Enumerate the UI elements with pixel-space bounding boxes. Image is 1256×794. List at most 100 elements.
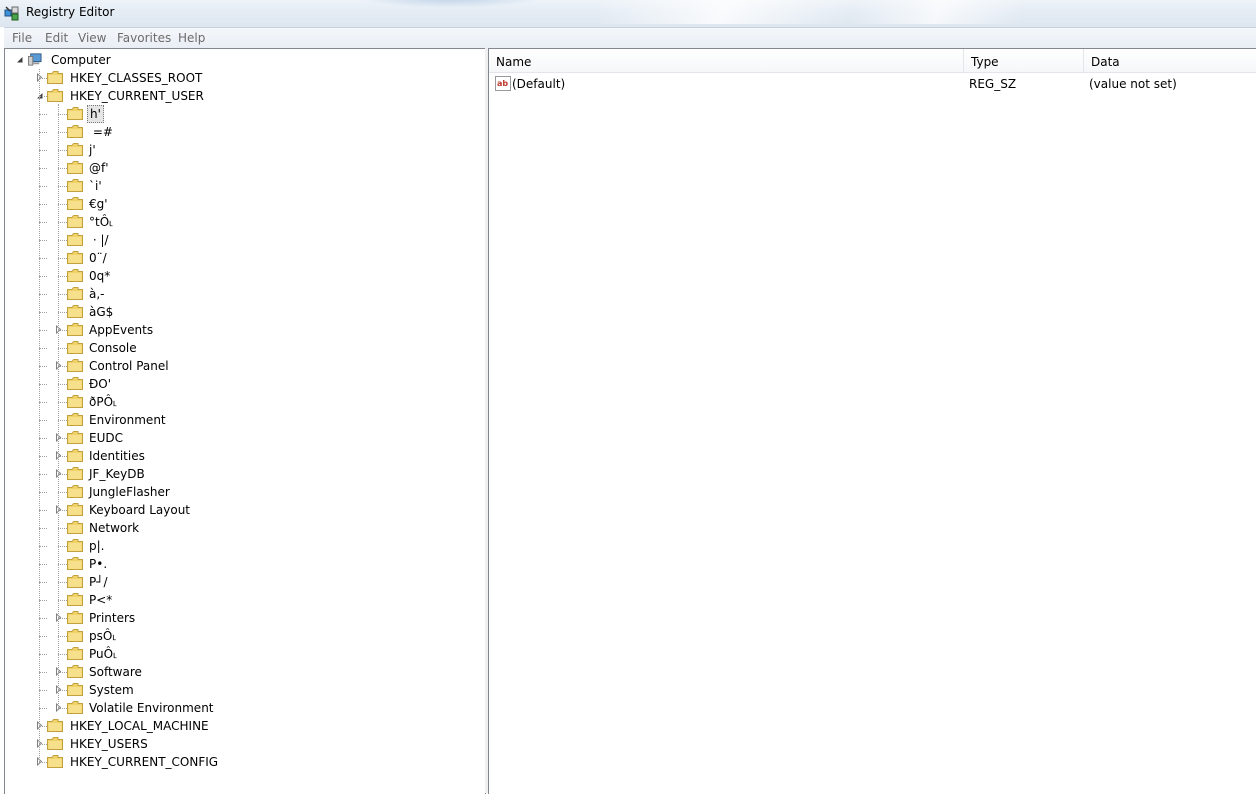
- tree-node-label[interactable]: ÐO': [87, 376, 113, 392]
- tree-node-label[interactable]: °tÔ˪: [87, 214, 115, 230]
- tree-node-label[interactable]: · |/: [87, 232, 111, 248]
- tree-node-key[interactable]: psÔ˪: [5, 627, 483, 645]
- tree-node-key[interactable]: Keyboard Layout: [5, 501, 483, 519]
- tree-node-label[interactable]: `i': [87, 178, 104, 194]
- tree-node-label[interactable]: p|.: [87, 538, 106, 554]
- tree-node-key[interactable]: P•.: [5, 555, 483, 573]
- tree-node-label[interactable]: P<*: [87, 592, 114, 608]
- tree-node-label[interactable]: 0¨/: [87, 250, 109, 266]
- menu-favorites[interactable]: Favorites: [113, 31, 175, 45]
- tree-node-label[interactable]: @f': [87, 160, 111, 176]
- tree-node-hive[interactable]: HKEY_LOCAL_MACHINE: [5, 717, 483, 735]
- tree-node-label[interactable]: System: [87, 682, 136, 698]
- tree-node-key[interactable]: Software: [5, 663, 483, 681]
- tree-node-label[interactable]: HKEY_LOCAL_MACHINE: [68, 718, 211, 734]
- tree-node-key[interactable]: €g': [5, 195, 483, 213]
- tree-node-key[interactable]: AppEvents: [5, 321, 483, 339]
- column-header-type[interactable]: Type: [964, 49, 1084, 73]
- tree-node-label[interactable]: j': [87, 142, 98, 158]
- tree-node-key[interactable]: h': [5, 105, 483, 123]
- tree-node-key[interactable]: àG$: [5, 303, 483, 321]
- tree-node-label[interactable]: h': [87, 105, 104, 123]
- column-header-data[interactable]: Data: [1084, 49, 1256, 73]
- tree-node-hive[interactable]: HKEY_CURRENT_USER: [5, 87, 483, 105]
- tree-node-hive[interactable]: HKEY_CURRENT_CONFIG: [5, 753, 483, 771]
- tree-node-label[interactable]: Control Panel: [87, 358, 171, 374]
- folder-icon: [67, 395, 83, 408]
- tree-node-key[interactable]: Control Panel: [5, 357, 483, 375]
- tree-node-key[interactable]: °tÔ˪: [5, 213, 483, 231]
- tree-node-label[interactable]: à,-: [87, 286, 107, 302]
- tree-node-key[interactable]: @f': [5, 159, 483, 177]
- tree-node-key[interactable]: EUDC: [5, 429, 483, 447]
- tree-node-label[interactable]: psÔ˪: [87, 628, 118, 644]
- tree-node-label[interactable]: Volatile Environment: [87, 700, 216, 716]
- folder-icon: [67, 341, 83, 354]
- tree-node-computer[interactable]: Computer: [5, 51, 483, 69]
- menu-edit[interactable]: Edit: [41, 31, 72, 45]
- column-header-name[interactable]: Name: [489, 49, 964, 73]
- tree-node-key[interactable]: Printers: [5, 609, 483, 627]
- tree-node-key[interactable]: PuÔ˪: [5, 645, 483, 663]
- tree-connector: [39, 636, 47, 637]
- tree-node-key[interactable]: P<*: [5, 591, 483, 609]
- tree-node-label[interactable]: Keyboard Layout: [87, 502, 192, 518]
- tree-node-key[interactable]: Volatile Environment: [5, 699, 483, 717]
- tree-node-label[interactable]: AppEvents: [87, 322, 155, 338]
- tree-node-label[interactable]: Software: [87, 664, 144, 680]
- tree-node-key[interactable]: `i': [5, 177, 483, 195]
- tree-node-key[interactable]: 0q*: [5, 267, 483, 285]
- tree-node-label[interactable]: P┘/: [87, 574, 110, 590]
- values-list[interactable]: Name Type Data ab (Default) REG_SZ (valu…: [488, 48, 1256, 794]
- tree-node-key[interactable]: Environment: [5, 411, 483, 429]
- tree-node-hive[interactable]: HKEY_CLASSES_ROOT: [5, 69, 483, 87]
- tree-node-key[interactable]: ðPÔ˪: [5, 393, 483, 411]
- folder-icon: [67, 215, 83, 228]
- value-row[interactable]: ab (Default) REG_SZ (value not set): [489, 75, 1256, 93]
- tree-node-label[interactable]: àG$: [87, 304, 115, 320]
- tree-node-key[interactable]: 0¨/: [5, 249, 483, 267]
- tree-node-label[interactable]: JF_KeyDB: [87, 466, 147, 482]
- tree-node-label[interactable]: Network: [87, 520, 141, 536]
- tree-node-hive[interactable]: HKEY_USERS: [5, 735, 483, 753]
- tree-node-label[interactable]: PuÔ˪: [87, 646, 119, 662]
- tree-node-label[interactable]: Identities: [87, 448, 147, 464]
- tree-node-key[interactable]: · |/: [5, 231, 483, 249]
- tree-node-label[interactable]: EUDC: [87, 430, 125, 446]
- tree-node-label[interactable]: =#: [87, 124, 115, 140]
- tree-node-label[interactable]: P•.: [87, 556, 109, 572]
- tree-node-key[interactable]: Console: [5, 339, 483, 357]
- tree-node-label[interactable]: HKEY_CLASSES_ROOT: [68, 70, 204, 86]
- tree-node-key[interactable]: j': [5, 141, 483, 159]
- folder-icon: [67, 647, 83, 660]
- menu-bar: File Edit View Favorites Help: [4, 27, 1256, 49]
- tree-node-key[interactable]: Identities: [5, 447, 483, 465]
- tree-node-key[interactable]: =#: [5, 123, 483, 141]
- tree-node-label[interactable]: 0q*: [87, 268, 112, 284]
- tree-node-label[interactable]: €g': [87, 196, 110, 212]
- tree-node-key[interactable]: P┘/: [5, 573, 483, 591]
- registry-tree[interactable]: Computer HKEY_CLASSES_ROOT HKEY_CURRENT_US…: [4, 48, 486, 794]
- tree-node-label[interactable]: HKEY_CURRENT_USER: [68, 88, 206, 104]
- tree-connector: [39, 546, 47, 547]
- menu-file[interactable]: File: [8, 31, 36, 45]
- tree-connector: [58, 168, 67, 169]
- collapse-arrow-icon[interactable]: [15, 55, 24, 64]
- menu-view[interactable]: View: [74, 31, 110, 45]
- menu-help[interactable]: Help: [174, 31, 209, 45]
- tree-node-label[interactable]: Printers: [87, 610, 137, 626]
- tree-node-key[interactable]: JF_KeyDB: [5, 465, 483, 483]
- tree-node-label[interactable]: JungleFlasher: [87, 484, 172, 500]
- tree-node-key[interactable]: Network: [5, 519, 483, 537]
- tree-node-label[interactable]: ðPÔ˪: [87, 394, 119, 410]
- tree-node-label[interactable]: Environment: [87, 412, 168, 428]
- tree-node-label[interactable]: HKEY_USERS: [68, 736, 150, 752]
- tree-node-label[interactable]: Console: [87, 340, 139, 356]
- tree-node-key[interactable]: System: [5, 681, 483, 699]
- tree-node-key[interactable]: p|.: [5, 537, 483, 555]
- tree-node-key[interactable]: ÐO': [5, 375, 483, 393]
- tree-node-key[interactable]: à,-: [5, 285, 483, 303]
- tree-node-label[interactable]: Computer: [49, 52, 113, 68]
- tree-node-key[interactable]: JungleFlasher: [5, 483, 483, 501]
- tree-node-label[interactable]: HKEY_CURRENT_CONFIG: [68, 754, 220, 770]
